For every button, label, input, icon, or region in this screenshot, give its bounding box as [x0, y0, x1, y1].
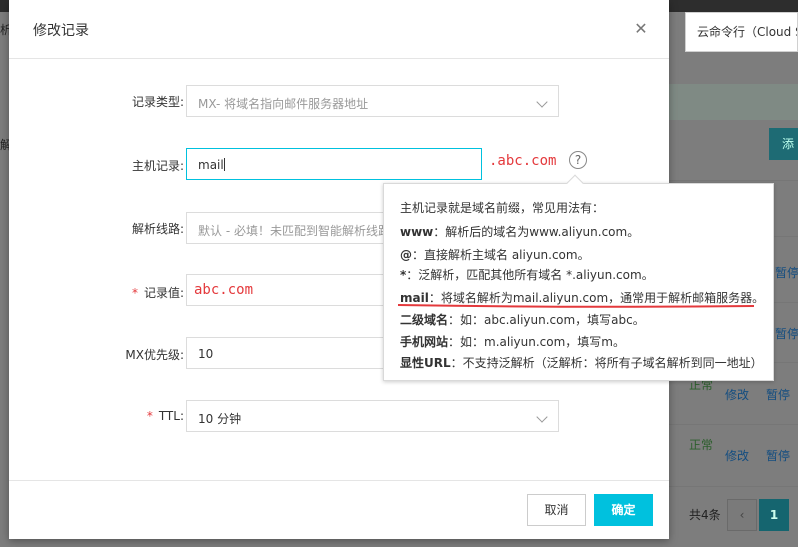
edit-link[interactable]: 修改: [725, 386, 749, 403]
record-value-label: * 记录值:: [131, 286, 184, 300]
popover-item: 显性URL：不支持泛解析（泛解析：将所有子域名解析到同一地址）: [400, 356, 763, 370]
info-banner: [668, 84, 798, 120]
popover-item: 二级域名：如：abc.aliyun.com，填写abc。: [400, 313, 645, 327]
host-label: 主机记录:: [131, 159, 184, 173]
chevron-down-icon: [536, 411, 548, 423]
pause-link[interactable]: 暂停: [775, 325, 798, 342]
host-input[interactable]: mail: [186, 148, 482, 180]
popover-item: *：泛解析，匹配其他所有域名 *.aliyun.com。: [400, 268, 654, 282]
popover-item: 手机网站：如：m.aliyun.com，填写m。: [400, 335, 625, 349]
record-type-value: MX- 将域名指向邮件服务器地址: [198, 97, 369, 111]
dialog-header: 修改记录 ✕: [9, 0, 669, 59]
line-value: 默认 - 必填！未匹配到智能解析线路: [198, 224, 390, 238]
add-record-button[interactable]: 添: [769, 128, 798, 160]
pause-link[interactable]: 暂停: [775, 264, 798, 281]
record-type-select[interactable]: MX- 将域名指向邮件服务器地址: [186, 85, 559, 117]
text-caret: [223, 158, 225, 171]
cloud-shell-tooltip: 云命令行（Cloud Shell）: [685, 12, 798, 52]
required-mark: *: [131, 286, 138, 300]
total-count: 共4条: [689, 508, 721, 522]
required-mark: *: [146, 409, 153, 423]
popover-item: @：直接解析主域名 aliyun.com。: [400, 248, 590, 262]
host-value: mail: [198, 158, 225, 172]
mx-priority-value: 10: [198, 347, 214, 361]
edit-link[interactable]: 修改: [725, 447, 749, 464]
table-row-divider: [668, 486, 798, 487]
confirm-button[interactable]: 确定: [594, 494, 653, 526]
ttl-label: * TTL:: [146, 409, 184, 423]
dialog-footer: 取消 确定: [9, 480, 669, 539]
line-label: 解析线路:: [131, 222, 184, 236]
pager-page-button[interactable]: 1: [759, 499, 789, 531]
dialog-title: 修改记录: [33, 23, 89, 39]
record-type-label: 记录类型:: [131, 95, 184, 109]
table-row-divider: [668, 180, 798, 181]
red-underline-annotation: [398, 304, 754, 308]
pager-prev-button[interactable]: ‹: [727, 499, 757, 531]
pause-link[interactable]: 暂停: [766, 386, 790, 403]
popover-item: www：解析后的域名为www.aliyun.com。: [400, 225, 640, 239]
cancel-button[interactable]: 取消: [527, 494, 586, 526]
host-help-popover: 主机记录就是域名前缀，常见用法有： www：解析后的域名为www.aliyun.…: [383, 174, 774, 381]
chevron-down-icon: [536, 96, 548, 108]
mx-priority-label: MX优先级:: [125, 348, 184, 362]
ttl-select[interactable]: 10 分钟: [186, 400, 559, 432]
mx-priority-input[interactable]: 10: [186, 337, 386, 369]
popover-intro: 主机记录就是域名前缀，常见用法有：: [400, 201, 605, 215]
close-icon[interactable]: ✕: [633, 20, 649, 38]
status-badge: 正常: [689, 438, 714, 452]
ttl-value: 10 分钟: [198, 412, 242, 426]
line-select[interactable]: 默认 - 必填！未匹配到智能解析线路: [186, 212, 390, 244]
pause-link[interactable]: 暂停: [766, 447, 790, 464]
question-circle-icon[interactable]: ?: [569, 151, 587, 169]
host-suffix-annotation: .abc.com: [489, 153, 557, 169]
table-row-divider: [668, 424, 798, 425]
record-value-annotation: abc.com: [194, 282, 254, 298]
